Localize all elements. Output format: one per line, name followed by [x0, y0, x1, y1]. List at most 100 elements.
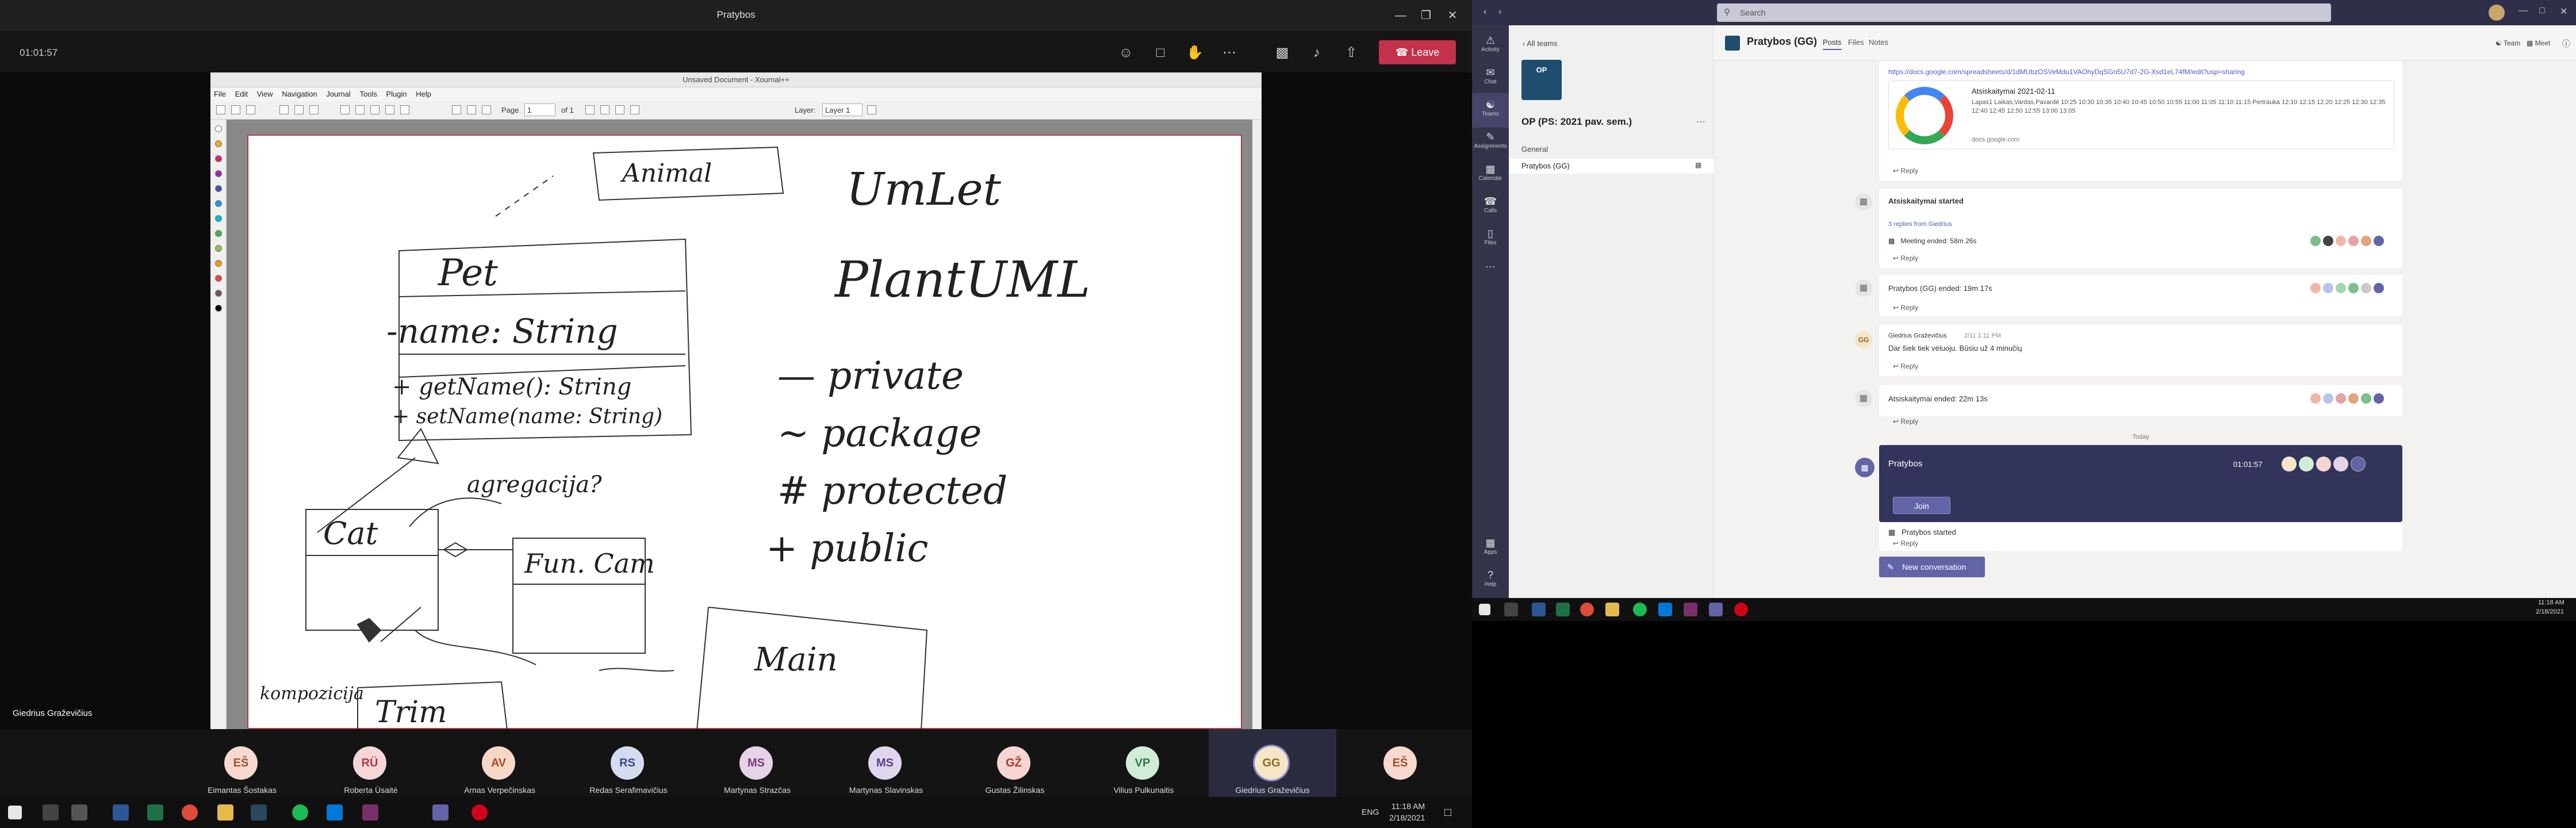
rail-calendar[interactable]: ▦ Calendar	[1472, 158, 1509, 192]
channel-pratybos-selected[interactable]: Pratybos (GG) ▩	[1509, 159, 1713, 174]
minimize-icon[interactable]: —	[1388, 6, 1413, 25]
prev-page-icon[interactable]	[600, 105, 610, 114]
spotify-icon[interactable]	[1633, 603, 1647, 616]
last-page-icon[interactable]	[630, 105, 639, 114]
layer-icon[interactable]	[867, 105, 876, 114]
rail-help[interactable]: ? Help	[1472, 564, 1509, 598]
tab-posts[interactable]: Posts	[1823, 38, 1842, 50]
forward-icon[interactable]: ›	[1498, 7, 1501, 17]
windows-start-icon[interactable]	[8, 806, 22, 819]
menu-journal[interactable]: Journal	[323, 87, 354, 101]
xournal-taskbar-icon[interactable]	[1684, 603, 1697, 616]
menu-edit[interactable]: Edit	[232, 87, 251, 101]
file-explorer-icon[interactable]	[1605, 603, 1619, 616]
reply-button[interactable]: ↩ Reply	[1893, 254, 1918, 262]
rail-more[interactable]: ⋯	[1472, 255, 1509, 290]
close-icon[interactable]: ✕	[2560, 6, 2567, 17]
windows-start-icon[interactable]	[1479, 604, 1490, 615]
meet-button[interactable]: ▩ Meet	[2527, 39, 2550, 47]
palette-color-swatch[interactable]	[215, 275, 222, 282]
record-app-icon[interactable]	[1734, 603, 1748, 616]
close-icon[interactable]: ✕	[1440, 6, 1465, 25]
palette-color-swatch[interactable]	[215, 125, 222, 132]
text-tool-icon[interactable]	[385, 105, 394, 114]
rail-apps[interactable]: ▦ Apps	[1472, 531, 1509, 566]
maximize-icon[interactable]: □	[2539, 6, 2545, 16]
tray-time[interactable]: 11:18 AM	[2538, 599, 2564, 606]
minimize-icon[interactable]: —	[2518, 6, 2528, 16]
reply-button[interactable]: ↩ Reply	[1893, 362, 1918, 370]
open-icon[interactable]	[246, 105, 255, 114]
camera-off-icon[interactable]: ▩	[1271, 41, 1294, 64]
attendee-more[interactable]	[2374, 283, 2384, 293]
vscode-icon[interactable]	[1658, 603, 1672, 616]
spotify-icon[interactable]	[292, 804, 308, 821]
leave-button[interactable]: ☎ Leave	[1379, 40, 1456, 64]
participant-tile[interactable]: EŠ Eimantas Šostakas	[178, 729, 306, 797]
teams-taskbar-icon[interactable]	[432, 804, 448, 821]
pen-icon[interactable]	[340, 105, 350, 114]
attendee-more[interactable]	[2374, 393, 2384, 404]
author-avatar[interactable]: GG	[1855, 331, 1872, 348]
vertical-scrollbar[interactable]	[1252, 120, 1262, 729]
palette-color-swatch[interactable]	[215, 170, 222, 177]
rail-calls[interactable]: ☎ Calls	[1472, 190, 1509, 224]
chrome-icon[interactable]	[182, 804, 198, 821]
palette-color-swatch[interactable]	[215, 305, 222, 312]
participant-tile[interactable]: GŽ Gustas Žilinskas	[951, 729, 1079, 797]
menu-navigation[interactable]: Navigation	[278, 87, 320, 101]
palette-color-swatch[interactable]	[215, 140, 222, 147]
palette-color-swatch[interactable]	[215, 215, 222, 222]
chat-icon[interactable]: □	[1149, 41, 1172, 64]
back-icon[interactable]: ‹	[1483, 7, 1486, 17]
palette-color-swatch[interactable]	[215, 185, 222, 192]
participant-tile[interactable]: RÜ Roberta Üsaitė	[307, 729, 435, 797]
steam-icon[interactable]	[251, 804, 267, 821]
new-page-icon[interactable]	[231, 105, 240, 114]
mic-icon[interactable]: ♪	[1305, 41, 1328, 64]
palette-color-swatch[interactable]	[215, 290, 222, 297]
share-screen-icon[interactable]: ⇧	[1340, 41, 1363, 64]
rail-files[interactable]: ▯ Files	[1472, 222, 1509, 256]
record-app-icon[interactable]	[471, 804, 488, 821]
task-view-icon[interactable]	[71, 804, 87, 821]
menu-tools[interactable]: Tools	[356, 87, 381, 101]
rail-activity[interactable]: ⚠ Activity	[1472, 29, 1509, 63]
palette-color-swatch[interactable]	[215, 155, 222, 162]
profile-avatar[interactable]	[2489, 5, 2505, 21]
participant-tile[interactable]: AV Arnas Verpečinskas	[436, 729, 564, 797]
xournal-taskbar-icon[interactable]	[362, 804, 378, 821]
copy-icon[interactable]	[294, 105, 304, 114]
notification-icon[interactable]: □	[1444, 806, 1451, 819]
hand-icon[interactable]	[467, 105, 476, 114]
reply-button[interactable]: ↩ Reply	[1893, 167, 1918, 175]
tab-notes[interactable]: Notes	[1869, 38, 1888, 47]
team-button[interactable]: ☯ Team	[2496, 39, 2520, 47]
layer-select[interactable]: Layer 1	[822, 103, 862, 116]
participants-icon[interactable]: ☺	[1114, 41, 1137, 64]
tray-time[interactable]: 11:18 AM	[1392, 802, 1425, 811]
file-explorer-icon[interactable]	[217, 804, 233, 821]
tray-date[interactable]: 2/18/2021	[1389, 813, 1425, 822]
search-input[interactable]: Search	[1717, 3, 2331, 22]
post-link-url[interactable]: https://docs.google.com/spreadsheets/d/1…	[1888, 68, 2389, 76]
highlighter-icon[interactable]	[370, 105, 379, 114]
word-icon[interactable]	[1532, 603, 1546, 616]
rail-assignments[interactable]: ✎ Assignments	[1472, 125, 1509, 160]
vscode-icon[interactable]	[327, 804, 343, 821]
participant-tile[interactable]: RS Redas Serafimavičius	[565, 729, 692, 797]
menu-view[interactable]: View	[254, 87, 277, 101]
word-icon[interactable]	[113, 804, 129, 821]
link-preview-card[interactable]: Atsiskaitymai 2021-02-11 Lapas1 Laikas,V…	[1888, 80, 2394, 150]
palette-color-swatch[interactable]	[215, 230, 222, 237]
menu-plugin[interactable]: Plugin	[383, 87, 411, 101]
attendee-more[interactable]	[2351, 457, 2366, 471]
select-icon[interactable]	[452, 105, 461, 114]
chrome-icon[interactable]	[1580, 603, 1594, 616]
first-page-icon[interactable]	[585, 105, 595, 114]
next-page-icon[interactable]	[615, 105, 624, 114]
drawing-page[interactable]: Animal UmLet PlantUML Pet -name: String …	[247, 135, 1242, 730]
participant-tile[interactable]: MS Martynas Slavinskas	[822, 729, 950, 797]
reply-button[interactable]: ↩ Reply	[1893, 417, 1918, 425]
tray-lang[interactable]: ENG	[1362, 807, 1379, 816]
